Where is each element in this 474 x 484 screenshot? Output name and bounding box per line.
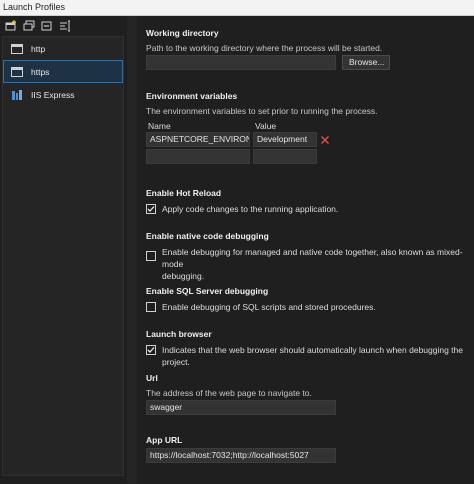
- profile-list: http https IIS Express: [2, 36, 124, 476]
- remove-profile-button[interactable]: [39, 18, 55, 34]
- section-title: Environment variables: [146, 91, 238, 101]
- checkmark-icon: [147, 206, 155, 212]
- working-directory-section: Working directory Path to the working di…: [146, 28, 466, 53]
- iis-express-icon: [11, 89, 23, 101]
- remove-profile-icon: [41, 21, 52, 31]
- env-var-value-cell[interactable]: Development: [253, 132, 317, 147]
- window-title: Launch Profiles: [0, 0, 474, 16]
- sql-debugging-option: Enable debugging of SQL scripts and stor…: [146, 301, 466, 313]
- profile-item-iis-express[interactable]: IIS Express: [3, 83, 123, 106]
- checkbox-label: Enable debugging of SQL scripts and stor…: [162, 302, 376, 312]
- env-var-value-cell-new[interactable]: [253, 149, 317, 164]
- native-debugging-section: Enable native code debugging Enable debu…: [146, 231, 466, 282]
- section-title: Enable native code debugging: [146, 231, 269, 241]
- column-header-value: Value: [255, 121, 277, 131]
- environment-variables-section: Environment variables The environment va…: [146, 91, 466, 116]
- profile-item-https[interactable]: https: [3, 60, 123, 83]
- sql-debugging-section: Enable SQL Server debugging Enable debug…: [146, 286, 466, 313]
- profile-label: https: [31, 66, 50, 77]
- launch-browser-checkbox[interactable]: [146, 345, 156, 355]
- app-url-input[interactable]: https://localhost:7032;http://localhost:…: [146, 448, 336, 463]
- checkbox-label: Enable debugging for managed and native …: [162, 246, 466, 282]
- hot-reload-section: Enable Hot Reload Apply code changes to …: [146, 188, 466, 215]
- checkbox-label-line1: Enable debugging for managed and native …: [162, 247, 463, 269]
- rename-profile-button[interactable]: [57, 18, 73, 34]
- url-input[interactable]: swagger: [146, 400, 336, 415]
- pane-splitter[interactable]: [127, 16, 137, 484]
- hot-reload-option: Apply code changes to the running applic…: [146, 203, 466, 215]
- checkmark-icon: [147, 347, 155, 353]
- native-debugging-option: Enable debugging for managed and native …: [146, 246, 466, 282]
- checkbox-label: Apply code changes to the running applic…: [162, 204, 339, 214]
- duplicate-profile-icon: [23, 20, 35, 31]
- delete-row-icon[interactable]: [320, 135, 330, 145]
- profile-label: IIS Express: [31, 89, 75, 100]
- duplicate-profile-button[interactable]: [21, 18, 37, 34]
- rename-profile-icon: [60, 20, 70, 32]
- profiles-sidebar: http https IIS Express: [0, 16, 127, 484]
- checkbox-label: Indicates that the web browser should au…: [162, 345, 463, 367]
- section-title: Launch browser: [146, 329, 212, 339]
- profiles-toolbar: [0, 16, 127, 36]
- native-debugging-checkbox[interactable]: [146, 251, 156, 261]
- column-header-name: Name: [148, 121, 171, 131]
- browser-window-icon: [11, 66, 23, 78]
- hot-reload-checkbox[interactable]: [146, 204, 156, 214]
- sql-debugging-checkbox[interactable]: [146, 302, 156, 312]
- profile-settings-panel: Working directory Path to the working di…: [137, 16, 474, 484]
- env-var-name-cell-new[interactable]: [146, 149, 250, 164]
- section-description: The address of the web page to navigate …: [146, 388, 312, 398]
- section-description: The environment variables to set prior t…: [146, 106, 378, 116]
- section-title: Working directory: [146, 28, 219, 38]
- new-profile-button[interactable]: [3, 18, 19, 34]
- launch-browser-option: Indicates that the web browser should au…: [146, 344, 471, 368]
- browser-window-icon: [11, 43, 23, 55]
- url-section: Url The address of the web page to navig…: [146, 373, 466, 398]
- env-var-name-cell[interactable]: ASPNETCORE_ENVIRONMENT: [146, 132, 250, 147]
- new-profile-icon: [5, 20, 16, 31]
- app-url-section: App URL: [146, 435, 466, 445]
- launch-browser-section: Launch browser Indicates that the web br…: [146, 329, 471, 368]
- section-title: Enable SQL Server debugging: [146, 286, 269, 296]
- working-directory-input[interactable]: [146, 55, 336, 70]
- section-title: Enable Hot Reload: [146, 188, 222, 198]
- checkbox-label-line2: debugging.: [162, 271, 205, 281]
- section-title: App URL: [146, 435, 183, 445]
- section-title: Url: [146, 373, 158, 383]
- profile-item-http[interactable]: http: [3, 37, 123, 60]
- profile-label: http: [31, 43, 46, 54]
- section-description: Path to the working directory where the …: [146, 43, 383, 53]
- browse-button[interactable]: Browse...: [342, 55, 390, 70]
